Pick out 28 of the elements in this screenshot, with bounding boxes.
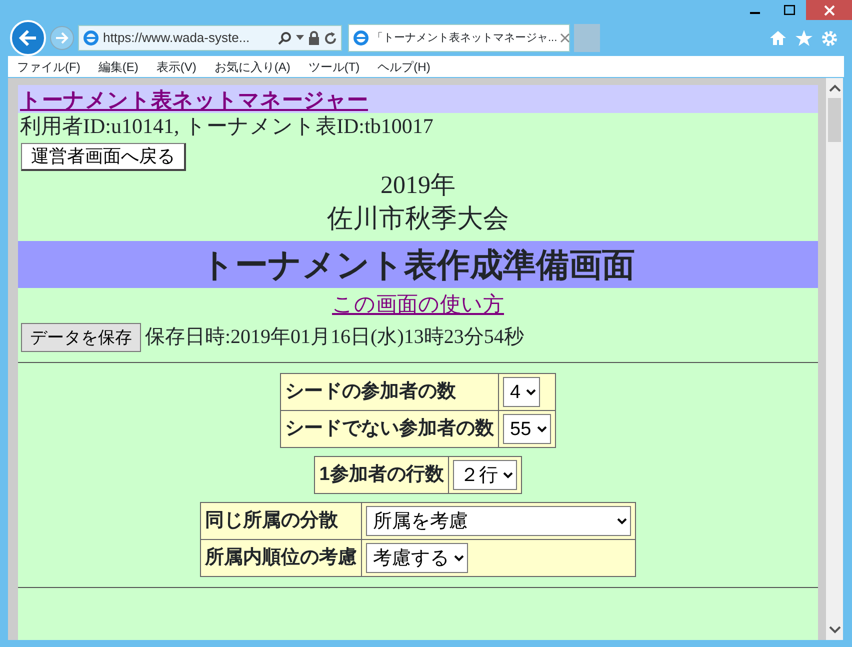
setting-label: シードの参加者の数: [285, 380, 456, 402]
dropdown[interactable]: 55: [503, 414, 551, 444]
browser-tab[interactable]: 「トーナメント表ネットマネージャ...: [348, 24, 570, 52]
menu-item[interactable]: お気に入り(A): [205, 58, 300, 76]
setting-label: 同じ所属の分散: [205, 510, 338, 531]
dropdown[interactable]: 考慮する: [366, 543, 468, 573]
tab-title: 「トーナメント表ネットマネージャ...: [372, 30, 558, 46]
address-text: https://www.wada-syste...: [103, 29, 250, 48]
event-title: 佐川市秋季大会: [326, 202, 510, 235]
address-bar[interactable]: https://www.wada-syste...: [78, 25, 342, 51]
setting-label: 1参加者の行数: [319, 464, 444, 485]
menu-item[interactable]: 表示(V): [147, 58, 206, 76]
menu-item[interactable]: 編集(E): [89, 58, 148, 76]
back-to-admin-button[interactable]: 運営者画面へ戻る: [21, 143, 186, 171]
dropdown[interactable]: ２行: [452, 460, 517, 490]
dropdown[interactable]: 所属を考慮: [366, 506, 631, 536]
menu-item[interactable]: ツール(T): [299, 58, 369, 76]
dropdown[interactable]: 4: [503, 377, 540, 407]
help-link[interactable]: この画面の使い方: [332, 293, 504, 316]
setting-label: シードでない参加者の数: [285, 418, 494, 439]
year-text: 2019年: [380, 171, 456, 201]
id-text: 利用者ID:u10141, トーナメント表ID:tb10017: [19, 113, 434, 140]
saved-time-text: 保存日時:2019年01月16日(水)13時23分54秒: [145, 325, 524, 350]
page-banner-title: トーナメント表作成準備画面: [201, 244, 635, 285]
menu-item[interactable]: ファイル(F): [8, 58, 90, 76]
menu-item[interactable]: ヘルプ(H): [368, 58, 440, 76]
save-data-button[interactable]: データを保存: [21, 322, 141, 352]
setting-label: 所属内順位の考慮: [205, 546, 357, 568]
